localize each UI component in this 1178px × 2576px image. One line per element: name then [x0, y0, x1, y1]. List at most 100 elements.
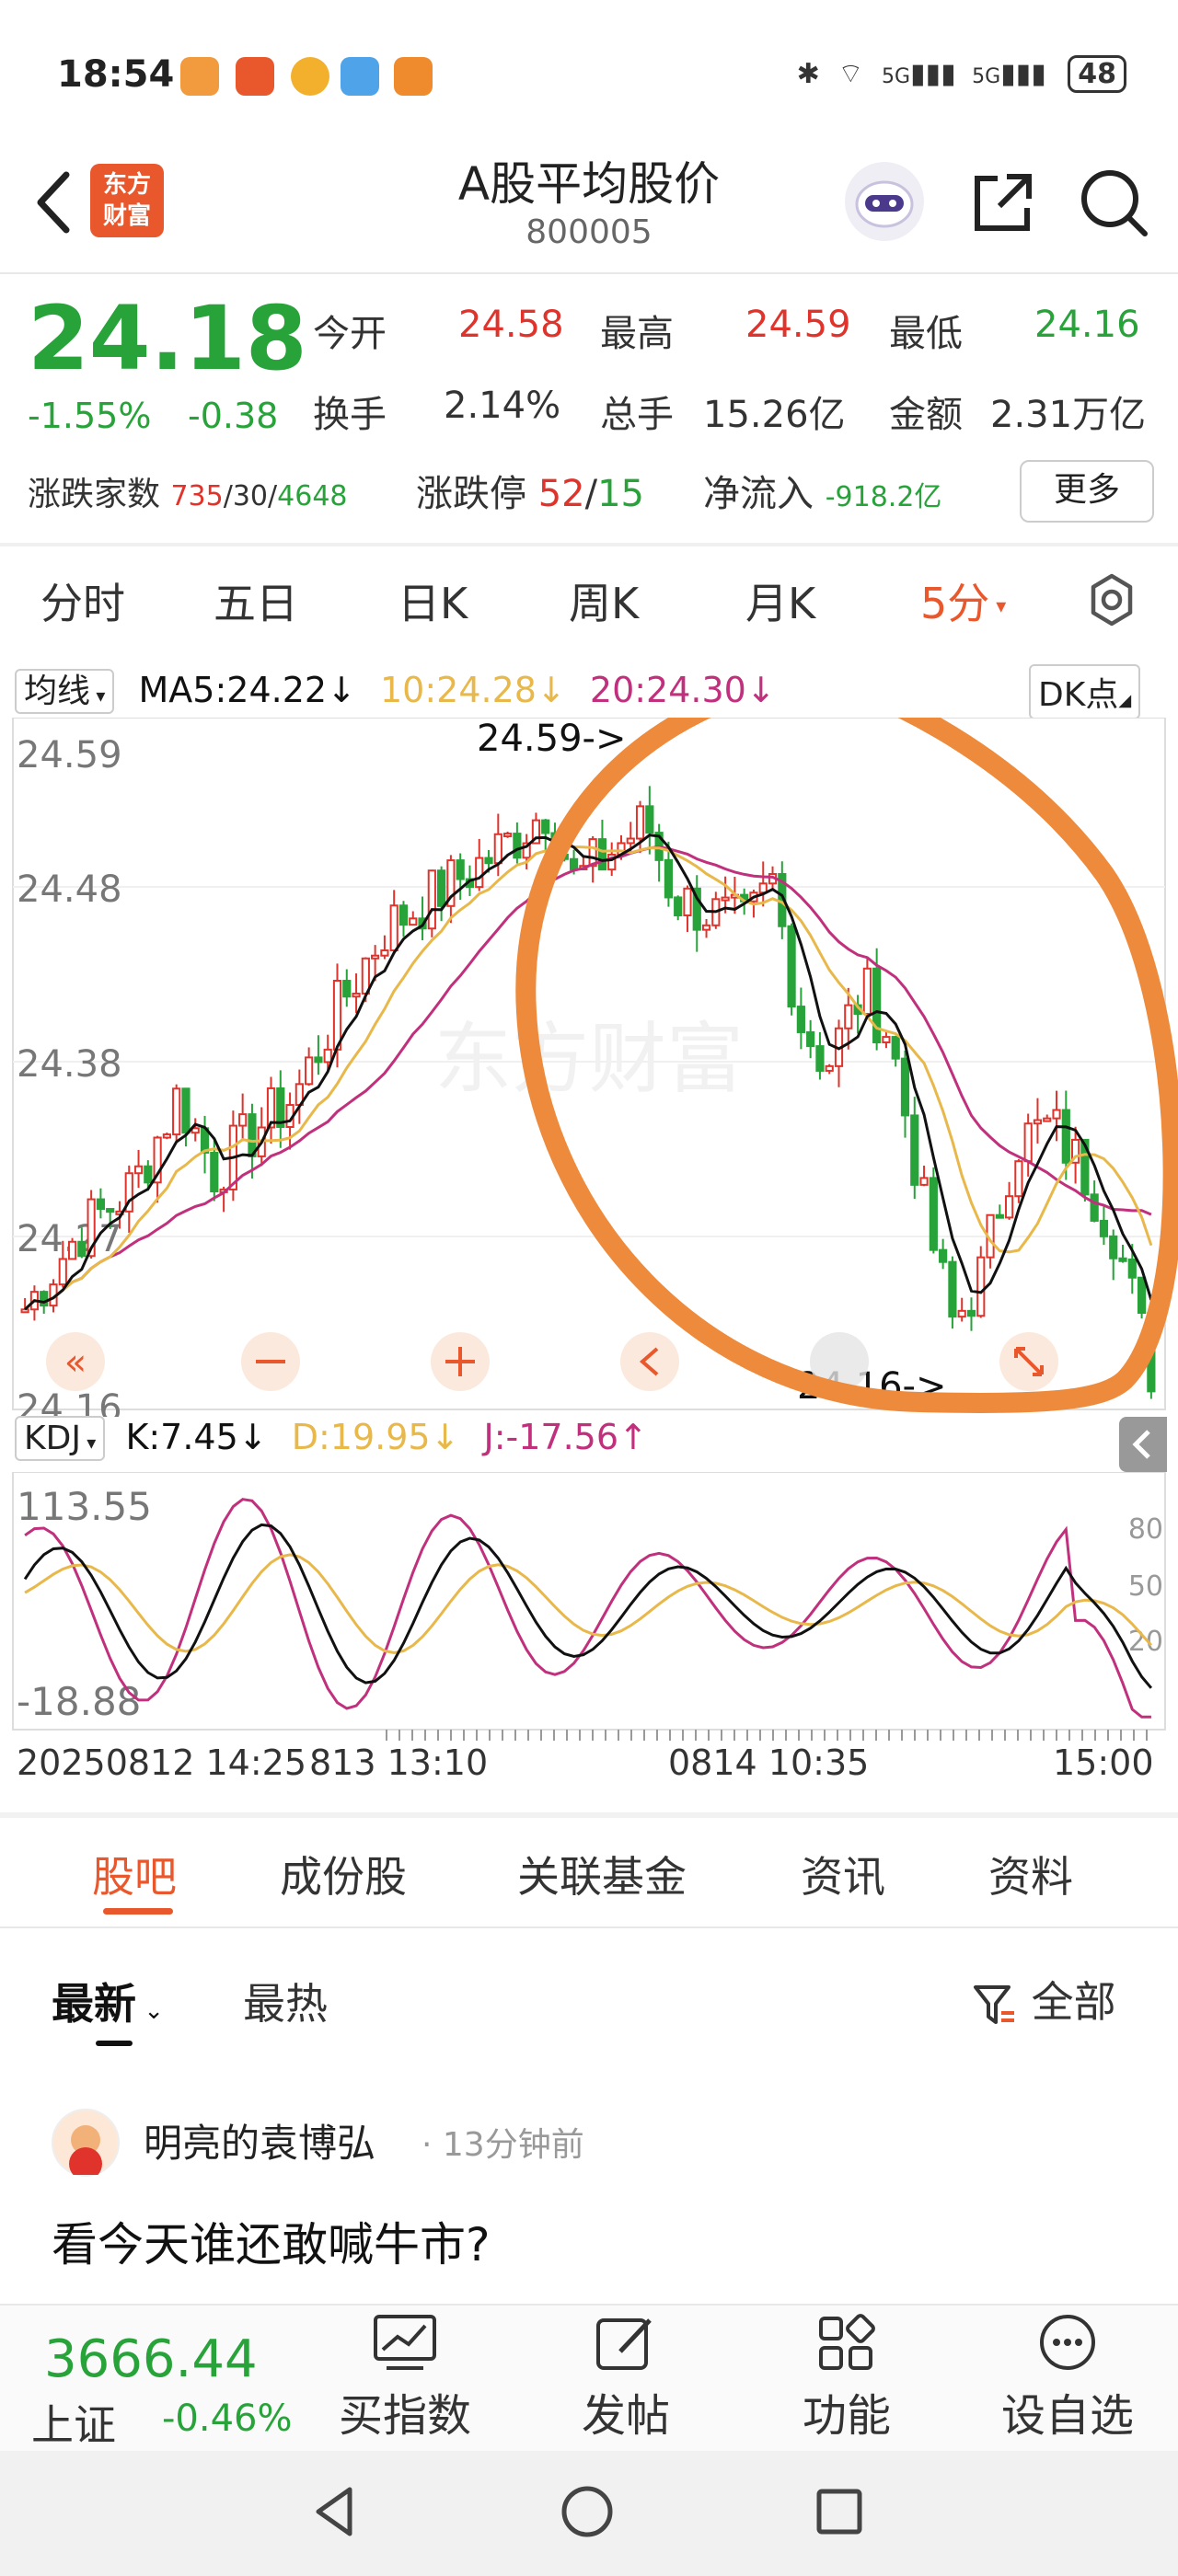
candlestick-chart[interactable]: 东方财富 24.5924.4824.3824.2724.16 24.59-> 2…: [0, 718, 1178, 1417]
candle-body: [1033, 1119, 1043, 1125]
candle-body: [513, 833, 522, 859]
dk-point-button[interactable]: DK点◢: [1029, 664, 1141, 719]
tab-intraday[interactable]: 分时: [40, 570, 125, 631]
index-value[interactable]: 3666.44: [44, 2329, 258, 2389]
tab-monthly-k[interactable]: 月K: [745, 570, 815, 631]
app-notification-icon: [291, 57, 329, 96]
tab-5min-label: 5分: [920, 579, 990, 628]
share-button[interactable]: [966, 166, 1040, 239]
active-tab-indicator: [103, 1908, 173, 1915]
candle-body: [588, 838, 597, 868]
candle-body: [58, 1258, 67, 1286]
tab-weekly-k[interactable]: 周K: [569, 570, 639, 631]
nav-back-button[interactable]: [306, 2482, 364, 2541]
post-text[interactable]: 看今天谁还敢喊牛市?: [52, 2208, 491, 2274]
candle-body: [456, 859, 465, 880]
tab-daily-k[interactable]: 日K: [398, 570, 468, 631]
buy-index-button[interactable]: 买指数: [324, 2311, 486, 2449]
time-axis-mid1: 813 13:10: [309, 1742, 489, 1783]
filter-all-button[interactable]: 全部: [972, 1969, 1116, 2030]
signal-label: 5G: [972, 65, 1001, 88]
post-button-label: 发帖: [581, 2390, 670, 2442]
kdj-y-bottom: -18.88: [17, 1679, 141, 1724]
candle-body: [569, 857, 579, 870]
candle-body: [541, 819, 550, 834]
function-button[interactable]: 功能: [782, 2311, 911, 2449]
candle-body: [67, 1240, 77, 1260]
status-indicators: ✱ ⌔ 5G▮▮▮ 5G▮▮▮ 48: [797, 55, 1126, 93]
more-button[interactable]: 更多: [1020, 460, 1154, 523]
scroll-left-button[interactable]: [620, 1332, 679, 1391]
ma-selector[interactable]: 均线 ▾: [15, 669, 115, 714]
search-button[interactable]: [1075, 164, 1152, 241]
chart-settings-button[interactable]: [1082, 570, 1141, 629]
candle-body: [825, 1064, 834, 1072]
breadth-down: 4648: [277, 480, 348, 512]
tab-constituents[interactable]: 成份股: [280, 1844, 407, 1904]
kdj-d-value: D:19.95↓: [291, 1417, 460, 1457]
double-chevron-left-icon: «: [64, 1341, 87, 1384]
robot-icon: [855, 180, 914, 228]
tab-related-funds[interactable]: 关联基金: [517, 1844, 687, 1904]
candle-body: [371, 954, 380, 960]
candle-body: [493, 833, 502, 865]
nav-home-button[interactable]: [558, 2482, 617, 2541]
divider: [0, 1926, 1178, 1928]
nav-recents-button[interactable]: [810, 2482, 869, 2541]
kdj-y-top: 113.55: [17, 1484, 152, 1529]
tab-news[interactable]: 资讯: [801, 1844, 885, 1904]
y-axis-label: 24.38: [17, 1043, 122, 1086]
kdj-selector[interactable]: KDJ ▾: [15, 1416, 106, 1461]
breadth-flat: 30: [232, 480, 269, 512]
post-username[interactable]: 明亮的袁博弘: [144, 2112, 375, 2168]
candle-body: [1118, 1257, 1127, 1262]
chart-watermark: 东方财富: [434, 1014, 744, 1104]
candle-body: [342, 980, 352, 998]
ma5-value: MA5:24.22↓: [138, 670, 356, 710]
candle-body: [948, 1260, 957, 1318]
index-name[interactable]: 上证: [31, 2392, 116, 2453]
filter-hot[interactable]: 最热: [243, 1971, 328, 2031]
candle-body: [721, 896, 730, 902]
share-icon: [975, 174, 1032, 231]
candle-body: [389, 904, 398, 952]
candle-body: [1005, 1195, 1014, 1219]
candle-body: [484, 857, 493, 865]
filter-latest[interactable]: 最新 ⌄: [52, 1971, 164, 2031]
avatar[interactable]: [52, 2109, 120, 2180]
scroll-fast-left-button[interactable]: «: [46, 1332, 105, 1391]
tab-five-day[interactable]: 五日: [214, 570, 298, 631]
candle-body: [939, 1248, 948, 1263]
candle-body: [862, 967, 872, 1016]
candle-body: [502, 833, 513, 838]
kdj-j-value: J:-17.56↑: [483, 1417, 648, 1457]
edit-icon: [596, 2318, 652, 2370]
kdj-chart[interactable]: 113.55 -18.88 80 50 20: [0, 1472, 1178, 1748]
candle-body: [181, 1087, 191, 1134]
candle-body: [806, 1030, 815, 1048]
tab-guba[interactable]: 股吧: [92, 1844, 177, 1904]
limit-down: 15: [597, 473, 645, 515]
zoom-in-button[interactable]: [431, 1332, 490, 1391]
add-watchlist-button[interactable]: 设自选: [985, 2311, 1150, 2449]
candle-body: [976, 1256, 986, 1317]
netflow-value: -918.2亿: [825, 481, 942, 513]
kdj-ref-80: 80: [1128, 1513, 1163, 1546]
fullscreen-button[interactable]: [999, 1332, 1058, 1391]
post-button[interactable]: 发帖: [561, 2311, 690, 2449]
breadth-stat: 涨跌家数 735/30/4648: [28, 476, 348, 513]
battery-indicator: 48: [1068, 55, 1126, 93]
robot-assistant-button[interactable]: [845, 162, 924, 241]
time-axis-right: 15:00: [1053, 1742, 1154, 1783]
candle-body: [172, 1087, 181, 1136]
candle-body: [162, 1133, 171, 1139]
high-marker: 24.59->: [477, 718, 626, 760]
zoom-out-button[interactable]: [241, 1332, 300, 1391]
low-label: 最低: [889, 313, 963, 355]
tab-profile[interactable]: 资料: [988, 1844, 1073, 1904]
tab-5min[interactable]: 5分 ▾: [920, 570, 1006, 631]
candle-body: [957, 1309, 966, 1318]
candle-body: [891, 1036, 900, 1060]
collapse-panel-button[interactable]: [1119, 1417, 1167, 1472]
volume-value: 15.26亿: [703, 394, 846, 436]
